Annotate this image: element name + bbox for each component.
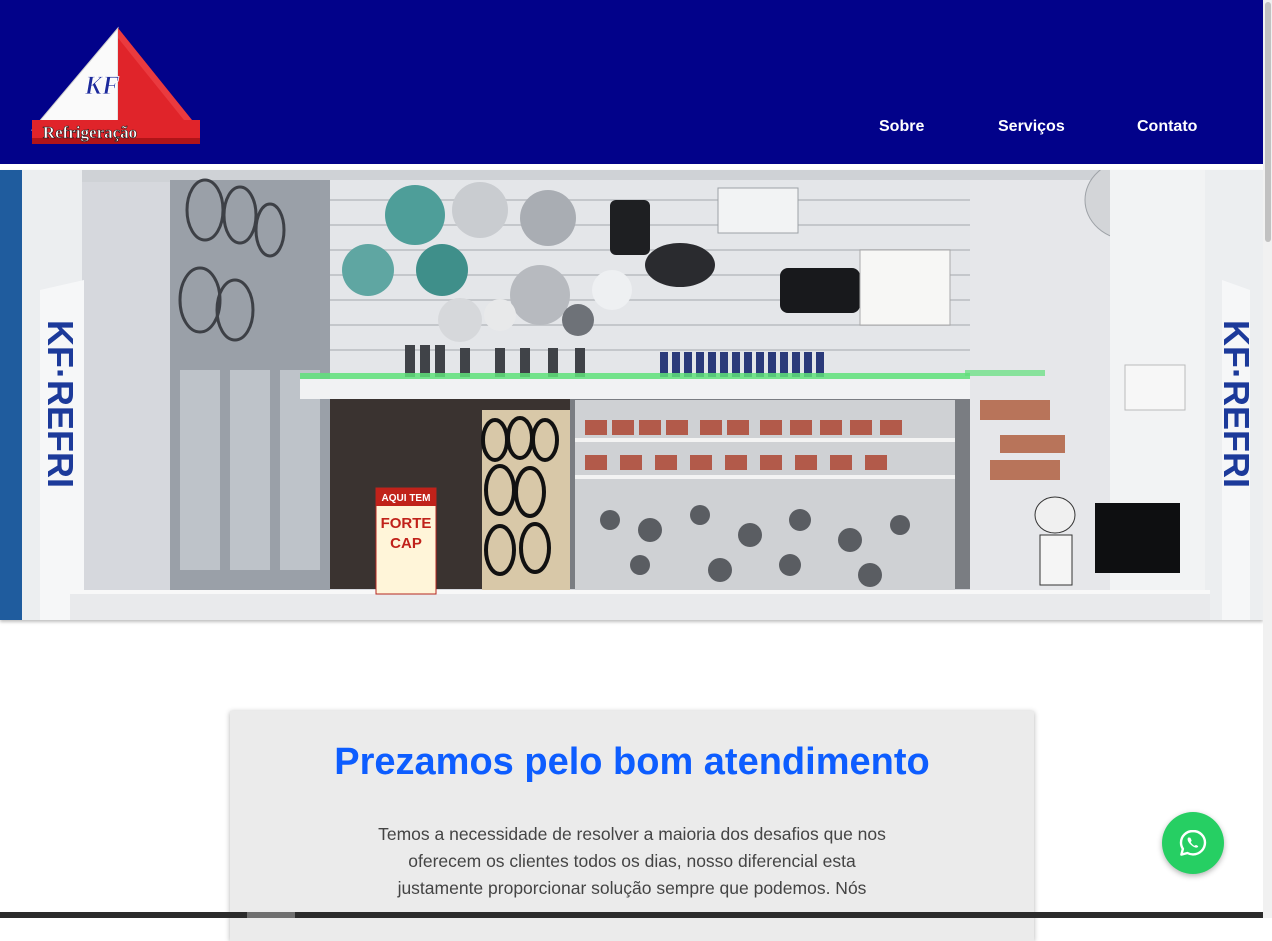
nav-link-sobre[interactable]: Sobre [879,118,924,136]
logo-mark: KF [84,71,120,100]
main-nav: Sobre Serviços Contato [0,118,1263,142]
svg-text:AQUI TEM: AQUI TEM [382,493,431,504]
service-card: Prezamos pelo bom atendimento Temos a ne… [230,711,1034,941]
svg-text:FORTE: FORTE [381,515,432,532]
store-hero-image: AQUI TEM FORTE CAP KF·REFRI KF·REFRI [0,170,1263,620]
whatsapp-button[interactable] [1162,812,1224,874]
nav-link-contato[interactable]: Contato [1137,118,1197,136]
horizontal-scrollbar-thumb[interactable] [247,912,295,918]
kf-refri-side-sign-left: KF·REFRI [40,320,81,488]
kf-refri-side-sign-right: KF·REFRI [1216,320,1257,488]
nav-link-servicos[interactable]: Serviços [998,118,1065,136]
vertical-scrollbar-thumb[interactable] [1265,2,1271,242]
horizontal-scrollbar[interactable] [0,912,1263,918]
card-text-line: Temos a necessidade de resolver a maiori… [378,824,886,844]
card-title: Prezamos pelo bom atendimento [334,741,930,783]
svg-text:CAP: CAP [390,535,422,552]
whatsapp-icon [1179,829,1207,856]
forte-cap-box: AQUI TEM FORTE CAP [375,487,437,595]
card-text: Temos a necessidade de resolver a maiori… [370,821,894,902]
card-text-line: oferecem os clientes todos os dias, noss… [408,851,856,871]
svg-text:KF·REFRI: KF·REFRI [40,320,81,488]
svg-text:KF·REFRI: KF·REFRI [1216,320,1257,488]
card-text-line: justamente proporcionar solução sempre q… [397,878,867,898]
site-header: KF Refrigeração Sobre Serviços Contato [0,0,1263,164]
